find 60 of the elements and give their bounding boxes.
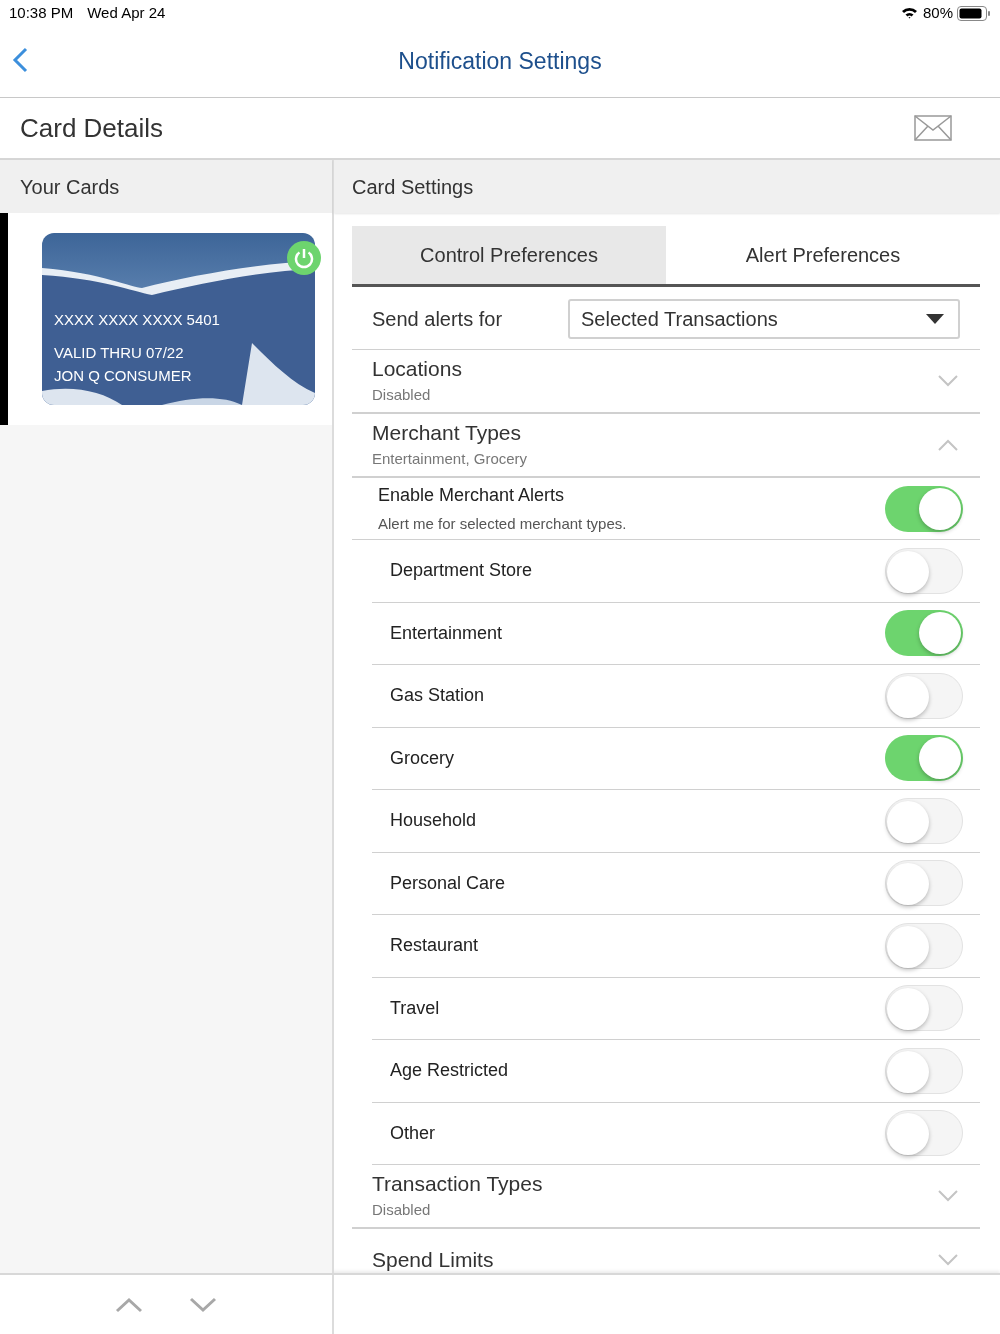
accordion-summary: Disabled bbox=[372, 384, 432, 405]
back-chevron-icon bbox=[12, 47, 28, 73]
accordion-summary: Disabled bbox=[372, 1199, 432, 1220]
accordion-header[interactable]: Transaction Types Disabled bbox=[352, 1165, 980, 1229]
merchant-type-label: Entertainment bbox=[390, 621, 503, 645]
accordion-title: Spend Limits bbox=[372, 1247, 494, 1273]
status-date: Wed Apr 24 bbox=[87, 2, 166, 23]
merchant-type-label: Grocery bbox=[390, 746, 454, 770]
merchant-type-label: Age Restricted bbox=[390, 1059, 509, 1083]
field-label: Send alerts for bbox=[372, 307, 504, 332]
battery-percent: 80% bbox=[922, 2, 953, 23]
merchant-type-label: Travel bbox=[390, 996, 440, 1020]
tab[interactable]: Control Preferences bbox=[352, 226, 666, 284]
toggle-switch[interactable] bbox=[885, 860, 963, 907]
page-title: Notification Settings bbox=[398, 47, 602, 77]
card-number: XXXX XXXX XXXX 5401 bbox=[54, 310, 220, 330]
merchant-type-label: Household bbox=[390, 809, 477, 833]
merchant-type-label: Other bbox=[390, 1121, 436, 1145]
merchant-type-label: Restaurant bbox=[390, 934, 479, 958]
toggle-switch[interactable] bbox=[885, 922, 963, 969]
section-title: Card Details bbox=[20, 111, 164, 145]
chevron-up-icon bbox=[115, 1296, 143, 1313]
merchant-type-label: Department Store bbox=[390, 559, 533, 583]
dropdown-arrow-icon bbox=[926, 314, 944, 324]
battery-icon bbox=[957, 5, 991, 21]
setting-description: Alert me for selected merchant types. bbox=[378, 513, 627, 534]
accordion-header[interactable]: Merchant Types Entertainment, Grocery bbox=[352, 414, 980, 478]
merchant-type-label: Personal Care bbox=[390, 871, 506, 895]
toggle-switch[interactable] bbox=[885, 797, 963, 844]
mail-icon bbox=[914, 115, 952, 141]
toggle-switch[interactable] bbox=[885, 985, 963, 1032]
accordion-summary: Entertainment, Grocery bbox=[372, 448, 528, 469]
accordion-title: Merchant Types bbox=[372, 419, 523, 446]
alerts-dropdown[interactable]: Selected Transactions bbox=[568, 299, 960, 339]
toggle-switch[interactable] bbox=[885, 1110, 963, 1157]
toggle-switch[interactable] bbox=[885, 1047, 963, 1094]
toggle-switch[interactable] bbox=[885, 485, 963, 532]
accordion-title: Transaction Types bbox=[372, 1170, 543, 1197]
accordion-title: Locations bbox=[372, 355, 462, 382]
chevron-down-icon bbox=[938, 1254, 958, 1266]
status-time: 10:38 PM bbox=[9, 2, 74, 23]
toggle-switch[interactable] bbox=[885, 735, 963, 782]
panel-header: Your Cards bbox=[0, 160, 332, 213]
chevron-down-icon bbox=[189, 1296, 217, 1313]
card-expiry: VALID THRU 07/22 bbox=[54, 342, 185, 363]
chevron-down-icon bbox=[938, 375, 958, 387]
toggle-switch[interactable] bbox=[885, 547, 963, 594]
toggle-switch[interactable] bbox=[885, 610, 963, 657]
cardholder-name: JON Q CONSUMER bbox=[54, 366, 192, 386]
card-list-item[interactable]: XXXX XXXX XXXX 5401 VALID THRU 07/22 JON Q CONSUMER bbox=[0, 213, 332, 425]
accordion-header[interactable]: Locations Disabled bbox=[352, 350, 980, 414]
setting-title: Enable Merchant Alerts bbox=[378, 483, 566, 507]
merchant-type-label: Gas Station bbox=[390, 684, 485, 708]
wifi-icon bbox=[900, 7, 918, 19]
chevron-down-icon bbox=[938, 1190, 958, 1202]
panel-header: Card Settings bbox=[334, 160, 1000, 213]
chevron-up-icon bbox=[938, 439, 958, 451]
mail-button[interactable] bbox=[914, 114, 954, 142]
toggle-switch[interactable] bbox=[885, 672, 963, 719]
back-button[interactable] bbox=[10, 46, 30, 74]
